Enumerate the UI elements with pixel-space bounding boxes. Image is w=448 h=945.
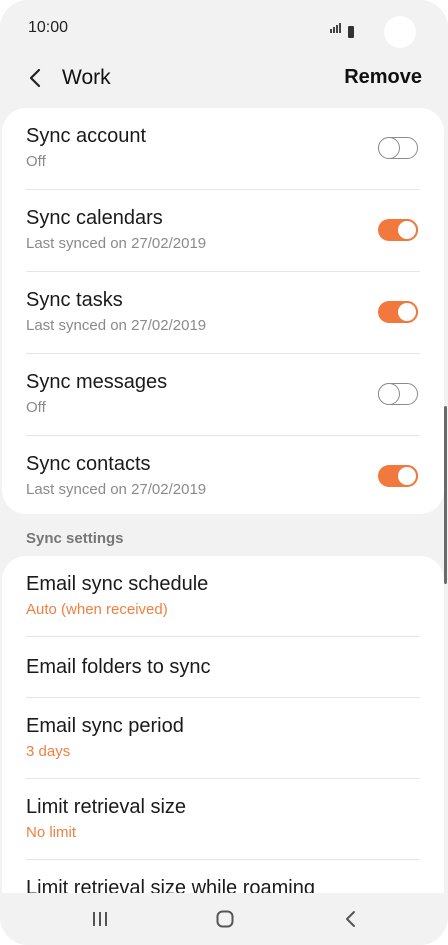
- status-bar: 10:00: [0, 0, 448, 56]
- sync-account-label: Sync account: [26, 125, 147, 147]
- status-time: 10:00: [28, 19, 69, 36]
- sync-tasks-label: Sync tasks: [26, 289, 123, 311]
- sync-messages-toggle[interactable]: [377, 382, 418, 405]
- sync-tasks-status: Last synced on 27/02/2019: [26, 317, 207, 334]
- scrollbar[interactable]: [444, 406, 447, 584]
- sync-tasks-toggle[interactable]: [378, 301, 418, 323]
- toggle-knob: [396, 219, 418, 241]
- sync-settings-card: Email sync schedule Auto (when received)…: [2, 556, 444, 916]
- email-sync-schedule-row[interactable]: Email sync schedule Auto (when received): [26, 556, 420, 637]
- sync-calendars-row[interactable]: Sync calendars Last synced on 27/02/2019: [26, 190, 420, 272]
- back-arrow-icon[interactable]: [24, 66, 48, 90]
- limit-retrieval-size-value: No limit: [26, 824, 77, 841]
- camera-cutout: [384, 16, 416, 48]
- limit-retrieval-size-label: Limit retrieval size: [26, 796, 187, 818]
- sync-calendars-toggle[interactable]: [378, 219, 418, 241]
- email-sync-period-label: Email sync period: [26, 715, 184, 737]
- sync-toggles-card: Sync account Off Sync calendars Last syn…: [2, 108, 444, 514]
- toggle-knob: [396, 465, 418, 487]
- email-sync-schedule-label: Email sync schedule: [26, 573, 209, 595]
- limit-retrieval-size-row[interactable]: Limit retrieval size No limit: [26, 779, 420, 860]
- page-title: Work: [62, 66, 111, 89]
- email-sync-schedule-value: Auto (when received): [26, 601, 168, 618]
- email-folders-to-sync-label: Email folders to sync: [26, 656, 211, 678]
- status-icons: [330, 20, 354, 38]
- recent-apps-icon[interactable]: [88, 907, 112, 931]
- battery-icon: [348, 26, 354, 38]
- sync-contacts-label: Sync contacts: [26, 453, 151, 475]
- sync-contacts-row[interactable]: Sync contacts Last synced on 27/02/2019: [26, 436, 420, 514]
- sync-tasks-row[interactable]: Sync tasks Last synced on 27/02/2019: [26, 272, 420, 354]
- email-folders-to-sync-row[interactable]: Email folders to sync: [26, 637, 420, 698]
- sync-settings-header: Sync settings: [26, 530, 124, 547]
- sync-account-status: Off: [26, 153, 46, 170]
- toggle-knob: [396, 301, 418, 323]
- sync-account-row[interactable]: Sync account Off: [26, 108, 420, 190]
- sync-calendars-status: Last synced on 27/02/2019: [26, 235, 207, 252]
- sync-contacts-toggle[interactable]: [378, 465, 418, 487]
- toggle-knob: [377, 382, 400, 405]
- sync-contacts-status: Last synced on 27/02/2019: [26, 481, 207, 498]
- remove-button[interactable]: Remove: [344, 66, 422, 89]
- email-sync-period-row[interactable]: Email sync period 3 days: [26, 698, 420, 779]
- sync-account-toggle[interactable]: [377, 136, 418, 159]
- sync-messages-label: Sync messages: [26, 371, 168, 393]
- home-icon[interactable]: [213, 907, 237, 931]
- email-sync-period-value: 3 days: [26, 743, 71, 760]
- toggle-knob: [377, 136, 400, 159]
- sync-calendars-label: Sync calendars: [26, 207, 163, 229]
- app-header: Work Remove: [0, 56, 448, 100]
- phone-screen: 10:00 Work Remove Sync account Off Sync …: [0, 0, 448, 945]
- sync-messages-status: Off: [26, 399, 46, 416]
- signal-icon: [330, 20, 342, 38]
- sync-messages-row[interactable]: Sync messages Off: [26, 354, 420, 436]
- back-nav-icon[interactable]: [339, 907, 363, 931]
- navigation-bar: [0, 893, 448, 945]
